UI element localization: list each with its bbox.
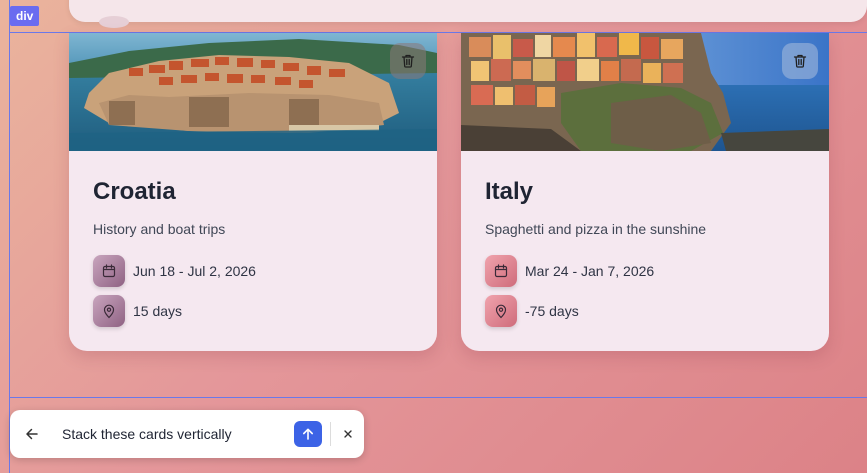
arrow-left-icon (26, 428, 38, 440)
trash-icon (793, 54, 807, 68)
selection-outline-bottom (9, 397, 867, 398)
trip-duration-row: 15 days (93, 295, 182, 327)
trash-icon (401, 54, 415, 68)
arrow-up-icon (303, 428, 313, 440)
trip-dates: Jun 18 - Jul 2, 2026 (133, 263, 256, 279)
trip-image-croatia (69, 33, 437, 151)
delete-trip-button[interactable] (390, 43, 426, 79)
location-pin-icon (93, 295, 125, 327)
location-pin-icon (485, 295, 517, 327)
previous-card-element (99, 16, 129, 28)
trip-card-italy[interactable]: Italy Spaghetti and pizza in the sunshin… (461, 33, 829, 351)
trip-dates-row: Mar 24 - Jan 7, 2026 (485, 255, 654, 287)
close-icon (344, 430, 352, 438)
trip-image-italy (461, 33, 829, 151)
trip-title: Croatia (93, 178, 176, 205)
trip-dates: Mar 24 - Jan 7, 2026 (525, 263, 655, 279)
trip-description: Spaghetti and pizza in the sunshine (485, 221, 707, 237)
selection-outline-left (9, 0, 10, 473)
trip-title: Italy (485, 178, 534, 205)
close-button[interactable] (338, 424, 358, 444)
back-button[interactable] (22, 424, 42, 444)
send-button[interactable] (294, 421, 322, 447)
divider (330, 422, 331, 446)
prompt-input[interactable] (62, 424, 290, 444)
trip-description: History and boat trips (93, 221, 226, 237)
previous-card-partial (69, 0, 867, 28)
trip-duration: -75 days (525, 303, 579, 319)
calendar-icon (485, 255, 517, 287)
delete-trip-button[interactable] (782, 43, 818, 79)
selection-element-tag: div (10, 6, 40, 26)
trip-duration-row: -75 days (485, 295, 579, 327)
ai-prompt-bar (10, 410, 364, 458)
calendar-icon (93, 255, 125, 287)
trip-dates-row: Jun 18 - Jul 2, 2026 (93, 255, 256, 287)
trip-duration: 15 days (133, 303, 183, 319)
trip-card-croatia[interactable]: Croatia History and boat trips Jun 18 - … (69, 33, 437, 351)
